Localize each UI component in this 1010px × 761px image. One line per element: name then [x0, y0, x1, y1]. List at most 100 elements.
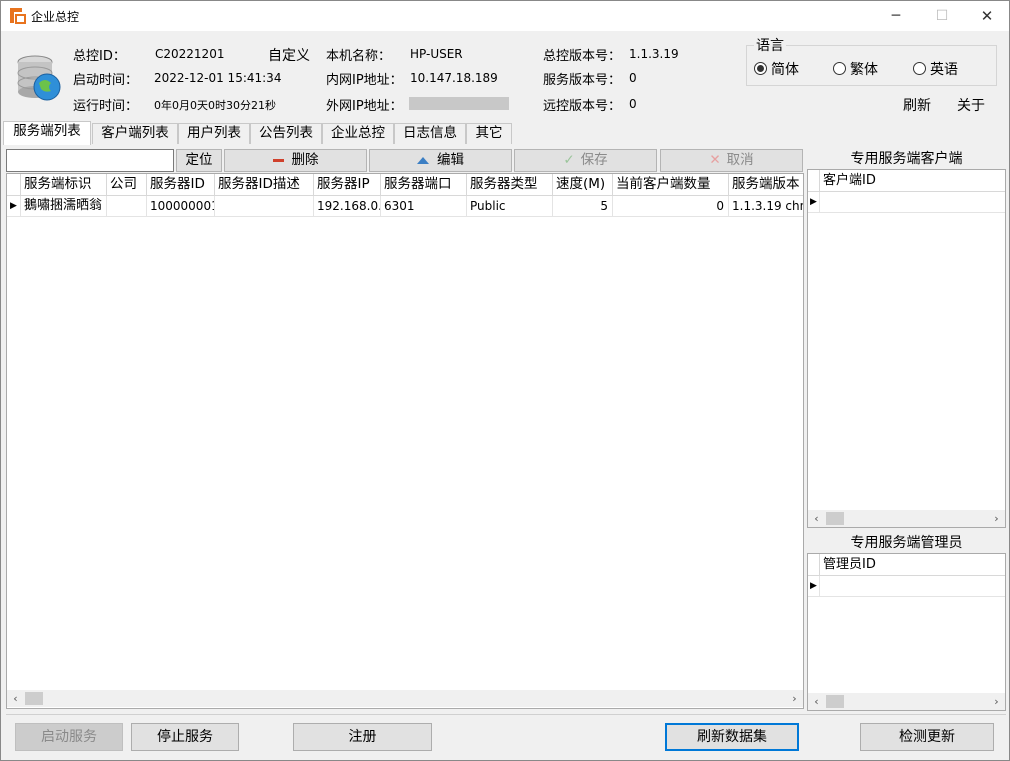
tab-servers[interactable]: 服务端列表 — [3, 121, 91, 145]
admins-scroll-left-icon[interactable]: ‹ — [808, 693, 825, 710]
x-icon: ✕ — [709, 152, 721, 168]
grid-horizontal-scrollbar[interactable]: ‹ › — [7, 690, 803, 707]
search-input[interactable] — [6, 149, 174, 172]
maximize-button[interactable]: ☐ — [919, 1, 965, 31]
wan-ip-label: 外网IP地址： — [326, 99, 403, 114]
start-service-button[interactable]: 启动服务 — [15, 723, 123, 751]
cell-server-port[interactable]: 6301 — [381, 196, 467, 217]
cell-server-tag[interactable]: 鵝嘯捆濡晒翁 — [21, 196, 107, 217]
radio-simplified[interactable] — [754, 62, 767, 75]
radio-english[interactable] — [913, 62, 926, 75]
cell-server-ip[interactable]: 192.168.0.1 — [314, 196, 381, 217]
close-button[interactable]: ✕ — [964, 1, 1010, 31]
database-icon — [17, 55, 61, 101]
clients-row-indicator-icon: ▶ — [808, 192, 820, 213]
col-server-ip[interactable]: 服务器IP — [314, 174, 381, 196]
radio-english-label[interactable]: 英语 — [930, 59, 958, 79]
tab-notices[interactable]: 公告列表 — [250, 123, 322, 144]
tab-enterprise[interactable]: 企业总控 — [322, 123, 394, 144]
col-server-type[interactable]: 服务器类型 — [467, 174, 553, 196]
clients-grid-header: 客户端ID — [808, 170, 1005, 192]
app-icon — [10, 8, 26, 24]
clients-empty-row[interactable] — [820, 192, 1005, 213]
row-indicator-header — [7, 174, 21, 196]
col-client-id[interactable]: 客户端ID — [820, 170, 1005, 192]
check-update-button[interactable]: 检测更新 — [860, 723, 994, 751]
col-server-id[interactable]: 服务器ID — [147, 174, 215, 196]
current-row-indicator-icon: ▶ — [7, 196, 21, 217]
scroll-left-icon[interactable]: ‹ — [7, 690, 24, 707]
col-admin-id[interactable]: 管理员ID — [820, 554, 1005, 576]
server-grid[interactable]: 服务端标识 公司 服务器ID 服务器ID描述 服务器IP 服务器端口 服务器类型… — [6, 173, 804, 709]
ctrl-version-value: 1.1.3.19 — [629, 47, 679, 61]
cell-server-id[interactable]: 100000001 — [147, 196, 215, 217]
title-bar: 企业总控 ─ ☐ ✕ — [1, 1, 1009, 31]
col-server-version[interactable]: 服务端版本 — [729, 174, 803, 196]
service-version-value: 0 — [629, 71, 637, 85]
col-company[interactable]: 公司 — [107, 174, 147, 196]
remote-version-value: 0 — [629, 97, 637, 111]
cancel-button[interactable]: ✕ 取消 — [660, 149, 803, 172]
admins-indicator-header — [808, 554, 820, 576]
host-label: 本机名称： — [326, 49, 392, 64]
bottom-divider — [6, 714, 1006, 715]
tab-users[interactable]: 用户列表 — [178, 123, 250, 144]
scroll-thumb[interactable] — [25, 692, 43, 705]
admins-grid-header: 管理员ID — [808, 554, 1005, 576]
refresh-dataset-button[interactable]: 刷新数据集 — [665, 723, 799, 751]
save-button[interactable]: ✓ 保存 — [514, 149, 657, 172]
radio-traditional[interactable] — [833, 62, 846, 75]
lan-ip-label: 内网IP地址： — [326, 73, 403, 88]
cell-company[interactable] — [107, 196, 147, 217]
col-client-count[interactable]: 当前客户端数量 — [613, 174, 729, 196]
radio-simplified-label[interactable]: 简体 — [771, 59, 799, 79]
check-icon: ✓ — [563, 152, 575, 168]
cell-speed[interactable]: 5 — [553, 196, 613, 217]
col-server-id-desc[interactable]: 服务器ID描述 — [215, 174, 314, 196]
delete-button[interactable]: 删除 — [224, 149, 367, 172]
about-link[interactable]: 关于 — [957, 95, 985, 115]
admins-scroll-thumb[interactable] — [826, 695, 844, 708]
scroll-right-icon[interactable]: › — [786, 690, 803, 707]
ctrl-id-value: C20221201 — [155, 47, 225, 61]
ctrl-id-label: 总控ID： — [73, 49, 126, 64]
tab-clients[interactable]: 客户端列表 — [92, 123, 178, 144]
run-time-label: 运行时间： — [73, 99, 139, 114]
clients-indicator-header — [808, 170, 820, 192]
clients-scroll-left-icon[interactable]: ‹ — [808, 510, 825, 527]
admins-scroll-right-icon[interactable]: › — [988, 693, 1005, 710]
edit-button[interactable]: 编辑 — [369, 149, 512, 172]
tab-other[interactable]: 其它 — [466, 123, 512, 144]
custom-link[interactable]: 自定义 — [268, 45, 310, 65]
cell-server-type[interactable]: Public — [467, 196, 553, 217]
stop-service-button[interactable]: 停止服务 — [131, 723, 239, 751]
radio-traditional-label[interactable]: 繁体 — [850, 59, 878, 79]
clients-scroll-right-icon[interactable]: › — [988, 510, 1005, 527]
tab-logs[interactable]: 日志信息 — [394, 123, 466, 144]
host-value: HP-USER — [410, 47, 463, 61]
clients-horizontal-scrollbar[interactable]: ‹ › — [808, 510, 1005, 527]
cell-server-id-desc[interactable] — [215, 196, 314, 217]
col-server-tag[interactable]: 服务端标识 — [21, 174, 107, 196]
cell-server-version[interactable]: 1.1.3.19 chn — [729, 196, 803, 217]
admins-horizontal-scrollbar[interactable]: ‹ › — [808, 693, 1005, 710]
cell-client-count[interactable]: 0 — [613, 196, 729, 217]
lan-ip-value: 10.147.18.189 — [410, 71, 498, 85]
delete-button-label: 删除 — [291, 152, 319, 168]
start-time-label: 启动时间： — [73, 73, 139, 88]
clients-scroll-thumb[interactable] — [826, 512, 844, 525]
register-button[interactable]: 注册 — [293, 723, 432, 751]
minimize-button[interactable]: ─ — [873, 1, 919, 31]
edit-button-label: 编辑 — [437, 152, 464, 168]
dedicated-admins-grid[interactable]: 管理员ID ▶ ‹ › — [807, 553, 1006, 711]
col-speed[interactable]: 速度(M) — [553, 174, 613, 196]
remote-version-label: 远控版本号： — [543, 99, 622, 114]
col-server-port[interactable]: 服务器端口 — [381, 174, 467, 196]
admins-empty-row[interactable] — [820, 576, 1005, 597]
refresh-link[interactable]: 刷新 — [903, 95, 931, 115]
triangle-up-icon — [417, 156, 429, 164]
dedicated-admins-title: 专用服务端管理员 — [850, 535, 963, 551]
window-title: 企业总控 — [31, 10, 80, 24]
dedicated-clients-grid[interactable]: 客户端ID ▶ ‹ › — [807, 169, 1006, 528]
locate-button[interactable]: 定位 — [176, 149, 222, 172]
